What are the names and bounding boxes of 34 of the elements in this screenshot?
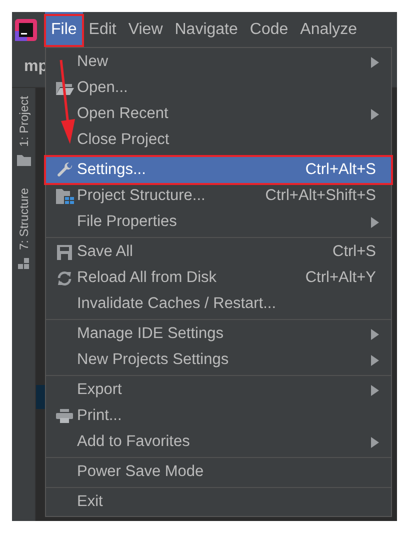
- menu-bar-item[interactable]: File: [45, 12, 83, 47]
- menu-item[interactable]: Open...: [46, 75, 391, 101]
- menu-item[interactable]: Power Save Mode: [46, 459, 391, 485]
- folder-grid-icon: [56, 188, 74, 204]
- tool-window-tab[interactable]: 7: Structure: [16, 188, 30, 250]
- menu-item[interactable]: Export: [46, 377, 391, 403]
- menu-item[interactable]: Project Structure... Ctrl+Alt+Shift+S: [46, 183, 391, 209]
- menu-item[interactable]: Save All Ctrl+S: [46, 239, 391, 265]
- blocks-icon: [18, 258, 29, 269]
- menu-item[interactable]: Invalidate Caches / Restart...: [46, 291, 391, 317]
- menu-item[interactable]: New Projects Settings: [46, 347, 391, 373]
- printer-icon: [56, 409, 73, 423]
- menu-bar-item[interactable]: View: [122, 12, 169, 47]
- menu-bar-item[interactable]: Navigate: [168, 12, 244, 47]
- menu-item[interactable]: File Properties: [46, 209, 391, 235]
- menu-item[interactable]: Settings... Ctrl+Alt+S: [46, 157, 391, 183]
- menu-bar-item[interactable]: Analyze: [294, 12, 364, 47]
- menu-item[interactable]: Add to Favorites: [46, 429, 391, 455]
- menu-item[interactable]: Open Recent: [46, 101, 391, 127]
- reload-icon: [57, 270, 72, 286]
- annotation-box: [44, 14, 84, 47]
- menu-bar-item[interactable]: Edit: [82, 12, 122, 47]
- menu-item[interactable]: New: [46, 49, 391, 75]
- menu-item[interactable]: Reload All from Disk Ctrl+Alt+Y: [46, 265, 391, 291]
- folder-icon: [56, 82, 74, 94]
- wrench-icon: [56, 162, 72, 178]
- menu-item[interactable]: Manage IDE Settings: [46, 321, 391, 347]
- menu-item[interactable]: Print...: [46, 403, 391, 429]
- menu-item[interactable]: Exit: [46, 489, 391, 515]
- app-logo-icon: [15, 18, 37, 40]
- folder-icon: [16, 154, 30, 166]
- tool-window-tab[interactable]: 1: Project: [16, 96, 30, 147]
- menu-bar-item[interactable]: Code: [244, 12, 294, 47]
- menu-item[interactable]: Close Project: [46, 127, 391, 153]
